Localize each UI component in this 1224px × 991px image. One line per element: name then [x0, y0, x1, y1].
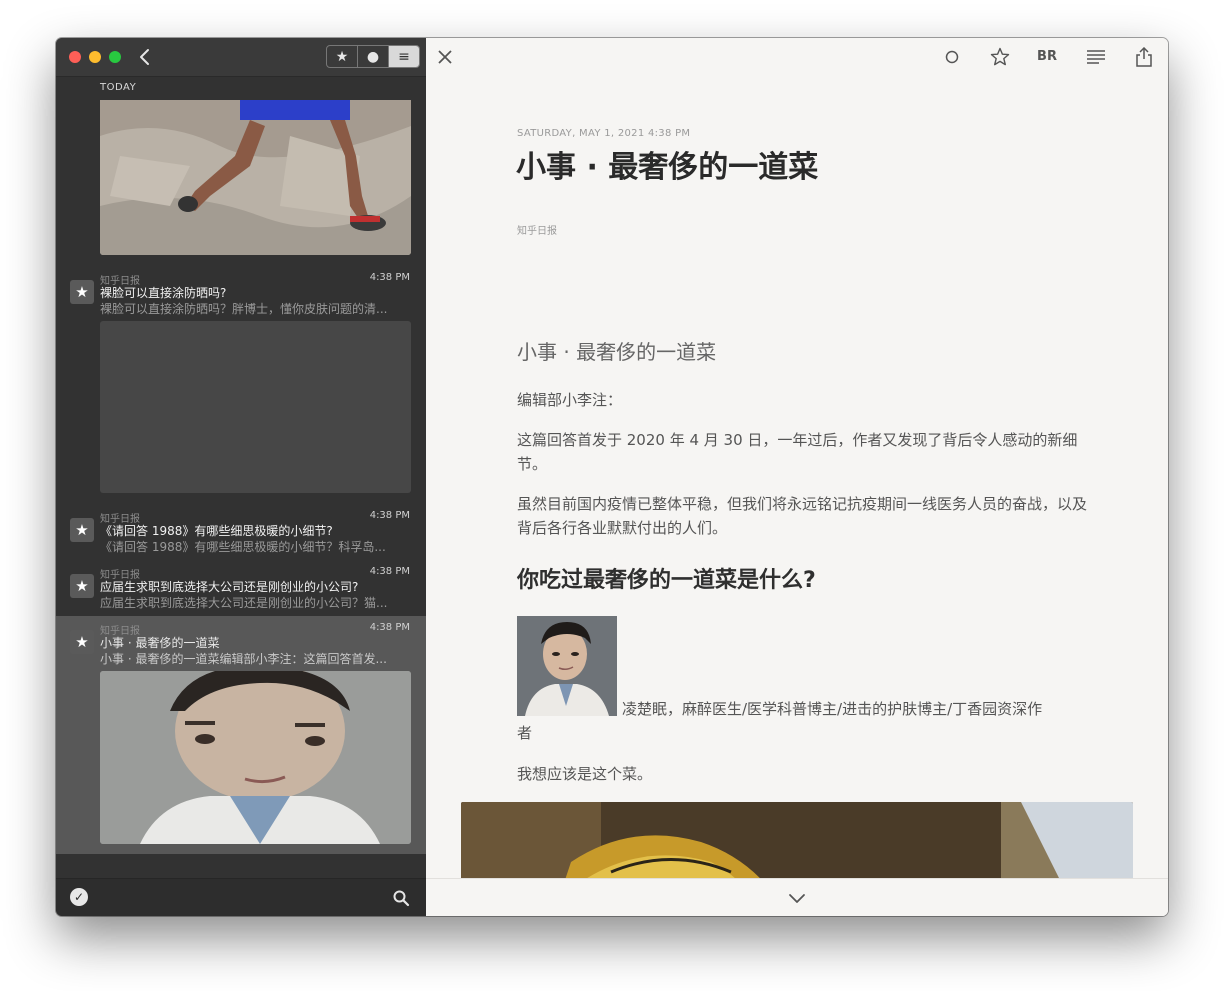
item-snippet: 裸脸可以直接涂防晒吗？胖博士，懂你皮肤问题的清...	[100, 302, 388, 316]
article-list-item-selected[interactable]: 知乎日报 4:38 PM ★ 小事 · 最奢侈的一道菜 小事 · 最奢侈的一道菜…	[56, 616, 426, 854]
paragraph: 虽然目前国内疫情已整体平稳，但我们将永远铭记抗疫期间一线医务人员的奋战，以及背后…	[517, 495, 1088, 537]
sidebar-bottom-bar: ✓	[56, 878, 426, 916]
sidebar-toolbar: ★ ● ≡	[56, 38, 426, 76]
reader-bottom-bar	[426, 878, 1168, 916]
article-thumbnail-placeholder	[100, 321, 411, 493]
item-snippet: 应届生求职到底选择大公司还是刚创业的小公司？猫...	[100, 596, 388, 610]
close-window-button[interactable]	[69, 51, 81, 63]
item-snippet: 小事 · 最奢侈的一道菜编辑部小李注：这篇回答首发...	[100, 652, 387, 666]
author-avatar	[517, 616, 617, 716]
share-icon[interactable]	[1133, 47, 1155, 67]
paragraph: 这篇回答首发于 2020 年 4 月 30 日，一年过后，作者又发现了背后令人感…	[517, 431, 1078, 473]
filter-all-lines-icon[interactable]: ≡	[389, 46, 419, 67]
author-bio-continued: 者	[517, 724, 533, 742]
article-list-item[interactable]: 知乎日报 4:38 PM ★ 《请回答 1988》有哪些细思极暖的小细节? 《请…	[56, 510, 426, 562]
zoom-window-button[interactable]	[109, 51, 121, 63]
readability-br-button[interactable]: BR	[1032, 47, 1062, 67]
item-snippet: 《请回答 1988》有哪些细思极暖的小细节？科孚岛...	[100, 540, 386, 554]
item-title: 应届生求职到底选择大公司还是刚创业的小公司?	[100, 580, 359, 594]
filter-segmented-control: ★ ● ≡	[326, 45, 420, 68]
app-window: ★ ● ≡ TODAY 知乎日报 4:38 PM ★ 裸脸可以直接涂防晒吗? 裸…	[56, 38, 1168, 916]
article-heading: 你吃过最奢侈的一道菜是什么?	[517, 568, 816, 593]
star-icon[interactable]	[989, 47, 1011, 67]
article-thumbnail-portrait	[100, 671, 411, 844]
item-time: 4:38 PM	[369, 566, 410, 577]
article-food-image	[461, 802, 1133, 878]
star-icon[interactable]: ★	[70, 630, 94, 654]
reader-toolbar: BR	[426, 38, 1168, 76]
item-time: 4:38 PM	[369, 510, 410, 521]
article-date: SATURDAY, MAY 1, 2021 4:38 PM	[517, 128, 691, 139]
search-icon[interactable]	[392, 889, 410, 907]
back-chevron-icon[interactable]	[136, 47, 154, 67]
item-time: 4:38 PM	[369, 622, 410, 633]
article-list-item[interactable]: 知乎日报 4:38 PM ★ 裸脸可以直接涂防晒吗? 裸脸可以直接涂防晒吗？胖博…	[56, 272, 426, 504]
text-format-icon[interactable]	[1085, 47, 1107, 67]
author-bio: 凌楚眠，麻醉医生/医学科普博主/进击的护肤博主/丁香园资深作	[622, 700, 1043, 718]
article-list: 知乎日报 4:38 PM ★ 裸脸可以直接涂防晒吗? 裸脸可以直接涂防晒吗？胖博…	[56, 100, 426, 854]
item-title: 《请回答 1988》有哪些细思极暖的小细节?	[100, 524, 333, 538]
article-title: 小事 · 最奢侈的一道菜	[516, 150, 819, 185]
section-header-today: TODAY	[56, 76, 426, 100]
article-list-item[interactable]: 知乎日报 4:38 PM ★ 应届生求职到底选择大公司还是刚创业的小公司? 应届…	[56, 566, 426, 618]
article-subtitle: 小事 · 最奢侈的一道菜	[517, 340, 717, 364]
paragraph: 我想应该是这个菜。	[517, 765, 653, 783]
item-title: 裸脸可以直接涂防晒吗?	[100, 286, 227, 300]
mark-all-read-check-icon[interactable]: ✓	[70, 888, 88, 906]
unread-circle-icon[interactable]	[941, 47, 963, 67]
minimize-window-button[interactable]	[89, 51, 101, 63]
item-time: 4:38 PM	[369, 272, 410, 283]
article-source: 知乎日报	[517, 226, 557, 237]
chevron-down-icon[interactable]	[787, 891, 807, 905]
close-icon[interactable]	[434, 47, 456, 67]
filter-unread-dot-icon[interactable]: ●	[358, 46, 389, 67]
filter-starred-star-icon[interactable]: ★	[327, 46, 358, 67]
star-icon[interactable]: ★	[70, 280, 94, 304]
star-icon[interactable]: ★	[70, 574, 94, 598]
article-thumbnail-climbing	[100, 100, 411, 255]
item-title: 小事 · 最奢侈的一道菜	[100, 636, 220, 650]
article-content: SATURDAY, MAY 1, 2021 4:38 PM 小事 · 最奢侈的一…	[426, 76, 1168, 878]
reader-pane: BR SATURDAY, MAY 1, 2021 4:38 PM 小事 · 最奢…	[426, 38, 1168, 916]
star-icon[interactable]: ★	[70, 518, 94, 542]
paragraph: 编辑部小李注：	[517, 391, 623, 409]
sidebar: ★ ● ≡ TODAY 知乎日报 4:38 PM ★ 裸脸可以直接涂防晒吗? 裸…	[56, 38, 426, 916]
